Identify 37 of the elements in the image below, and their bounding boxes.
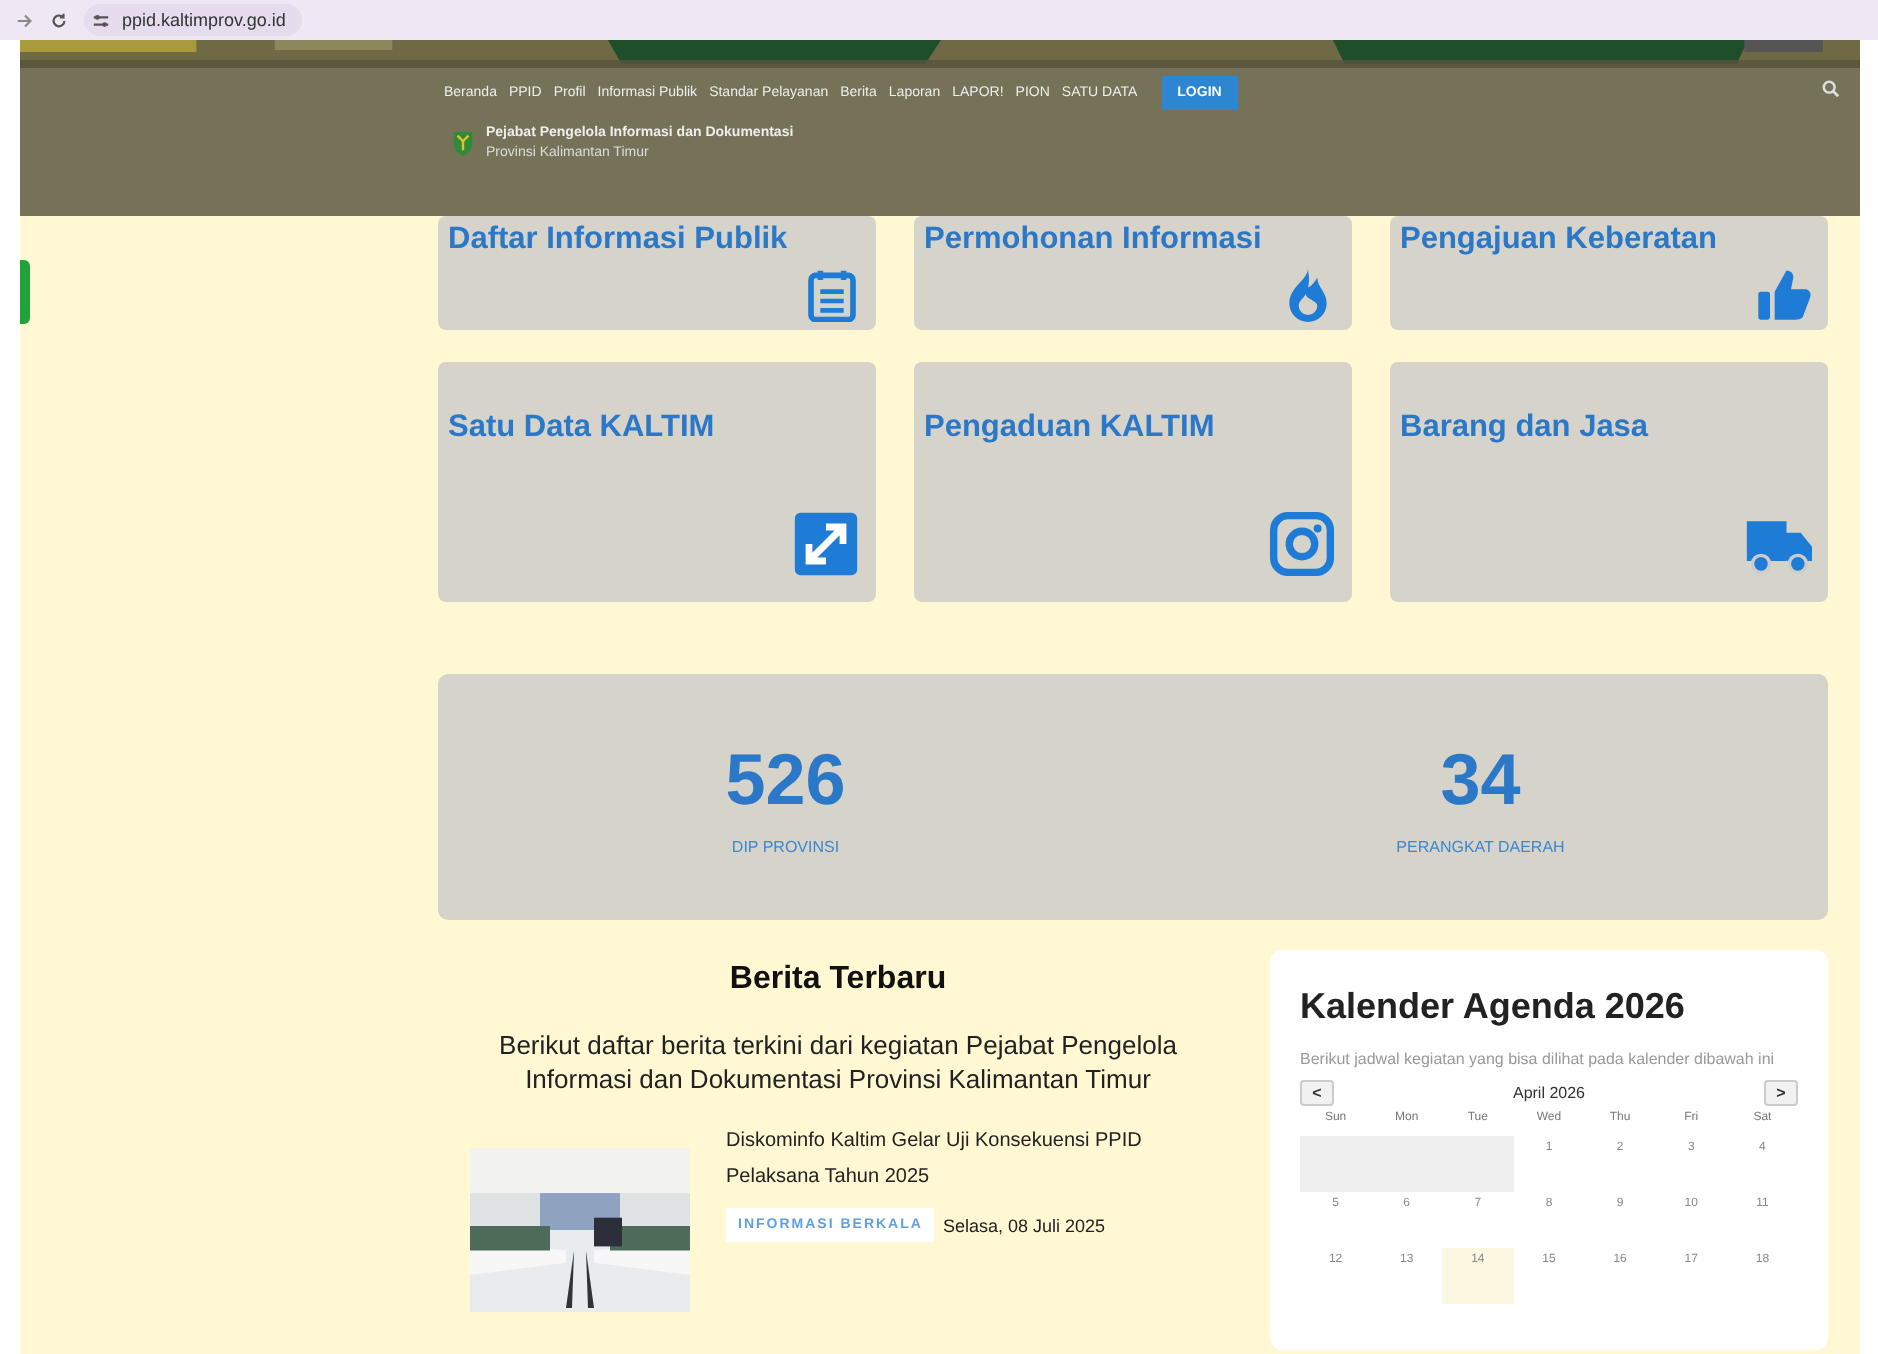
url-text: ppid.kaltimprov.go.id [122, 10, 286, 30]
service-card[interactable]: Permohonan Informasi [914, 216, 1352, 330]
emblem-icon [452, 130, 474, 156]
service-card[interactable]: Daftar Informasi Publik [438, 216, 876, 330]
list-icon [804, 266, 860, 322]
expand-arrows-icon [792, 510, 860, 578]
card-title: Pengajuan Keberatan [1400, 222, 1719, 258]
address-bar[interactable]: ppid.kaltimprov.go.id [84, 4, 302, 36]
service-card[interactable]: Barang dan Jasa [1390, 362, 1828, 602]
reload-icon[interactable] [50, 11, 68, 29]
stat-number: 526 [725, 738, 846, 822]
thumbs-up-icon [1756, 266, 1812, 322]
section-heading: Berita Terbaru [729, 962, 947, 998]
calendar-title: Kalender Agenda 2026 [1300, 986, 1687, 1028]
forward-icon[interactable] [16, 11, 34, 29]
news-title-link[interactable]: Diskominfo Kaltim Gelar Uji Konsekuensi PPID Pelaksana Tahun 2025 [726, 1124, 1206, 1196]
card-title: Pengaduan KALTIM [924, 410, 1217, 446]
stat-label: PERANGKAT DAERAH [1396, 838, 1565, 856]
camera-icon [1268, 510, 1336, 578]
month-label: April 2026 [1512, 1084, 1586, 1102]
calendar-description: Berikut jadwal kegiatan yang bisa dilihat pada kalender dibawah ini [1300, 1048, 1777, 1072]
side-tab[interactable] [20, 260, 30, 324]
next-month-button[interactable]: > [1764, 1080, 1798, 1106]
section-intro: Berikut daftar berita terkini dari kegiatan Pejabat Pengelola Informasi dan Dokumentasi Provinsi Kalimantan Timur [497, 1028, 1179, 1096]
service-card[interactable]: Satu Data KALTIM [438, 362, 876, 602]
service-card[interactable]: Pengaduan KALTIM [914, 362, 1352, 602]
card-title: Barang dan Jasa [1400, 410, 1651, 446]
news-date: Selasa, 08 Juli 2025 [942, 1215, 1106, 1235]
search-icon[interactable] [1822, 80, 1840, 98]
stat-label: DIP PROVINSI [731, 838, 840, 856]
card-title: Satu Data KALTIM [448, 410, 717, 446]
site-settings-icon[interactable] [92, 11, 110, 29]
previous-month-button[interactable]: < [1300, 1080, 1334, 1106]
stat-number: 34 [1440, 738, 1521, 822]
service-card[interactable]: Pengajuan Keberatan [1390, 216, 1828, 330]
card-title: Daftar Informasi Publik [448, 222, 790, 258]
card-title: Permohonan Informasi [924, 222, 1264, 258]
